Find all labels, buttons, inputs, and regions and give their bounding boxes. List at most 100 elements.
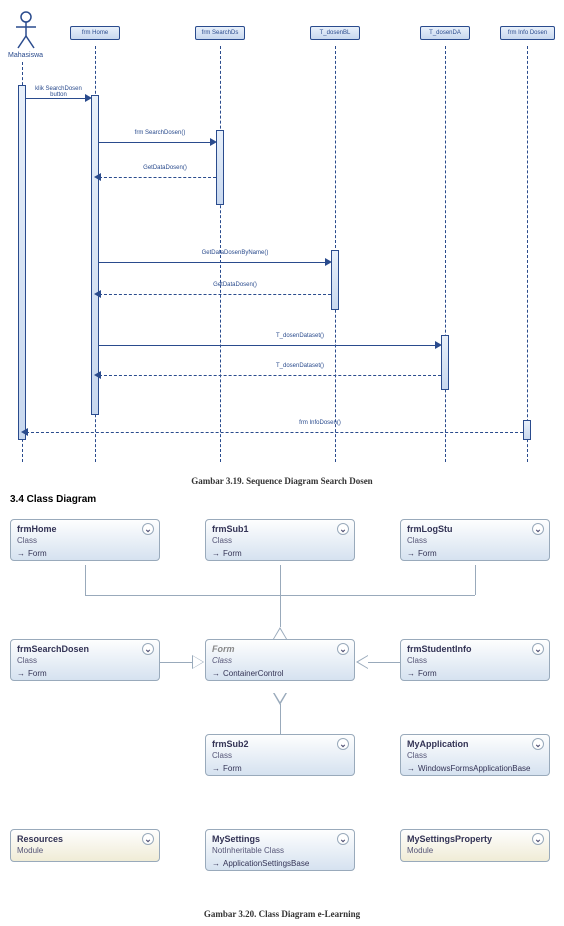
arrow-head-icon (325, 258, 332, 266)
class-name: MyApplication (407, 739, 469, 749)
connector (280, 595, 281, 627)
expand-icon[interactable]: ⌄ (337, 643, 349, 655)
inheritance-triangle-icon (274, 629, 286, 639)
class-name: frmLogStu (407, 524, 453, 534)
class-kind: Class (11, 536, 159, 547)
expand-icon[interactable]: ⌄ (532, 523, 544, 535)
expand-icon[interactable]: ⌄ (337, 523, 349, 535)
class-base: Form (418, 669, 437, 678)
expand-icon[interactable]: ⌄ (337, 833, 349, 845)
arrow-head-icon (94, 173, 101, 181)
activation-bar (523, 420, 531, 440)
class-name: frmStudentInfo (407, 644, 472, 654)
expand-icon[interactable]: ⌄ (532, 738, 544, 750)
section-header: 3.4 Class Diagram (10, 494, 564, 505)
arrow (99, 142, 214, 143)
message: T_dosenDataset() (200, 333, 400, 339)
class-diagram: frmHome⌄ Class →Form frmSub1⌄ Class →For… (0, 509, 564, 909)
class-kind: Module (11, 846, 159, 861)
class-kind: Class (206, 751, 354, 762)
class-box-frmhome: frmHome⌄ Class →Form (10, 519, 160, 561)
arrow-head-icon (94, 290, 101, 298)
class-name: Form (212, 644, 235, 654)
class-box-frmsearchdosen: frmSearchDosen⌄ Class →Form (10, 639, 160, 681)
class-box-form: Form⌄ Class →ContainerControl (205, 639, 355, 681)
lifeline-frm-home: frm Home (70, 26, 120, 40)
expand-icon[interactable]: ⌄ (532, 643, 544, 655)
arrow (99, 262, 329, 263)
arrow-dash (99, 375, 441, 376)
class-base: Form (223, 549, 242, 558)
arrow-head-icon (435, 341, 442, 349)
class-box-resources: Resources ⌄ Module (10, 829, 160, 862)
class-name: frmSub2 (212, 739, 249, 749)
message: frm SearchDosen() (110, 130, 210, 136)
lifeline-t-dosenbl: T_dosenBL (310, 26, 360, 40)
expand-icon[interactable]: ⌄ (337, 738, 349, 750)
inherit-icon: → (407, 549, 415, 558)
class-box-frmlogstu: frmLogStu⌄ Class →Form (400, 519, 550, 561)
expand-icon[interactable]: ⌄ (142, 833, 154, 845)
inheritance-triangle-icon (193, 656, 203, 668)
inherit-icon: → (17, 549, 25, 558)
message: GetDataDosenByName() (150, 250, 320, 256)
class-name: frmHome (17, 524, 57, 534)
arrow-head-icon (21, 428, 28, 436)
person-icon (11, 10, 41, 50)
lifeline-t-dosenda: T_dosenDA (420, 26, 470, 40)
arrow-head-icon (210, 138, 217, 146)
connector (475, 565, 476, 595)
class-caption: Gambar 3.20. Class Diagram e-Learning (0, 909, 564, 919)
connector (367, 662, 400, 663)
connector (85, 565, 86, 595)
class-name: Resources (17, 834, 63, 844)
arrow-dash (26, 432, 523, 433)
message: klik SearchDosen button (26, 86, 91, 98)
lifeline-frm-info-dosen: frm Info Dosen (500, 26, 555, 40)
activation-bar (18, 85, 26, 440)
class-base: ApplicationSettingsBase (223, 859, 309, 868)
class-box-mysettings: MySettings ⌄ NotInheritable Class →Applic… (205, 829, 355, 871)
connector (160, 662, 193, 663)
class-base: Form (223, 764, 242, 773)
arrow (26, 98, 88, 99)
class-kind: Class (206, 656, 354, 667)
class-kind: NotInheritable Class (206, 846, 354, 857)
sequence-diagram: Mahasiswa frm Home frm SearchDs T_dosenB… (0, 0, 564, 470)
inheritance-triangle-icon (274, 692, 286, 702)
lifeline-line (527, 46, 529, 462)
message: GetDataDosen() (150, 282, 320, 288)
message: T_dosenDataset() (200, 363, 400, 369)
inherit-icon: → (212, 764, 220, 773)
activation-bar (441, 335, 449, 390)
class-kind: Class (401, 751, 549, 762)
class-kind: Class (11, 656, 159, 667)
activation-bar (91, 95, 99, 415)
inherit-icon: → (212, 859, 220, 868)
connector (280, 704, 281, 734)
arrow-head-icon (94, 371, 101, 379)
expand-icon[interactable]: ⌄ (532, 833, 544, 845)
class-box-frmsub1: frmSub1⌄ Class →Form (205, 519, 355, 561)
lifeline-frm-searchds: frm SearchDs (195, 26, 245, 40)
inheritance-triangle-icon (358, 656, 368, 668)
message: GetDataDosen() (120, 165, 210, 171)
sequence-caption: Gambar 3.19. Sequence Diagram Search Dos… (0, 476, 564, 486)
class-base: Form (28, 669, 47, 678)
actor: Mahasiswa (8, 10, 43, 59)
expand-icon[interactable]: ⌄ (142, 523, 154, 535)
class-box-mysettingsproperty: MySettingsProperty ⌄ Module (400, 829, 550, 862)
class-name: MySettings (212, 834, 260, 844)
class-name: MySettingsProperty (407, 834, 492, 844)
message: frm InfoDosen() (170, 420, 470, 426)
class-base: ContainerControl (223, 669, 283, 678)
inherit-icon: → (17, 669, 25, 678)
expand-icon[interactable]: ⌄ (142, 643, 154, 655)
arrow-head-icon (85, 94, 92, 102)
class-base: Form (418, 549, 437, 558)
class-kind: Module (401, 846, 549, 861)
class-box-frmstudentinfo: frmStudentInfo⌄ Class →Form (400, 639, 550, 681)
class-base: WindowsFormsApplicationBase (418, 764, 531, 773)
arrow-dash (99, 294, 331, 295)
inherit-icon: → (212, 549, 220, 558)
